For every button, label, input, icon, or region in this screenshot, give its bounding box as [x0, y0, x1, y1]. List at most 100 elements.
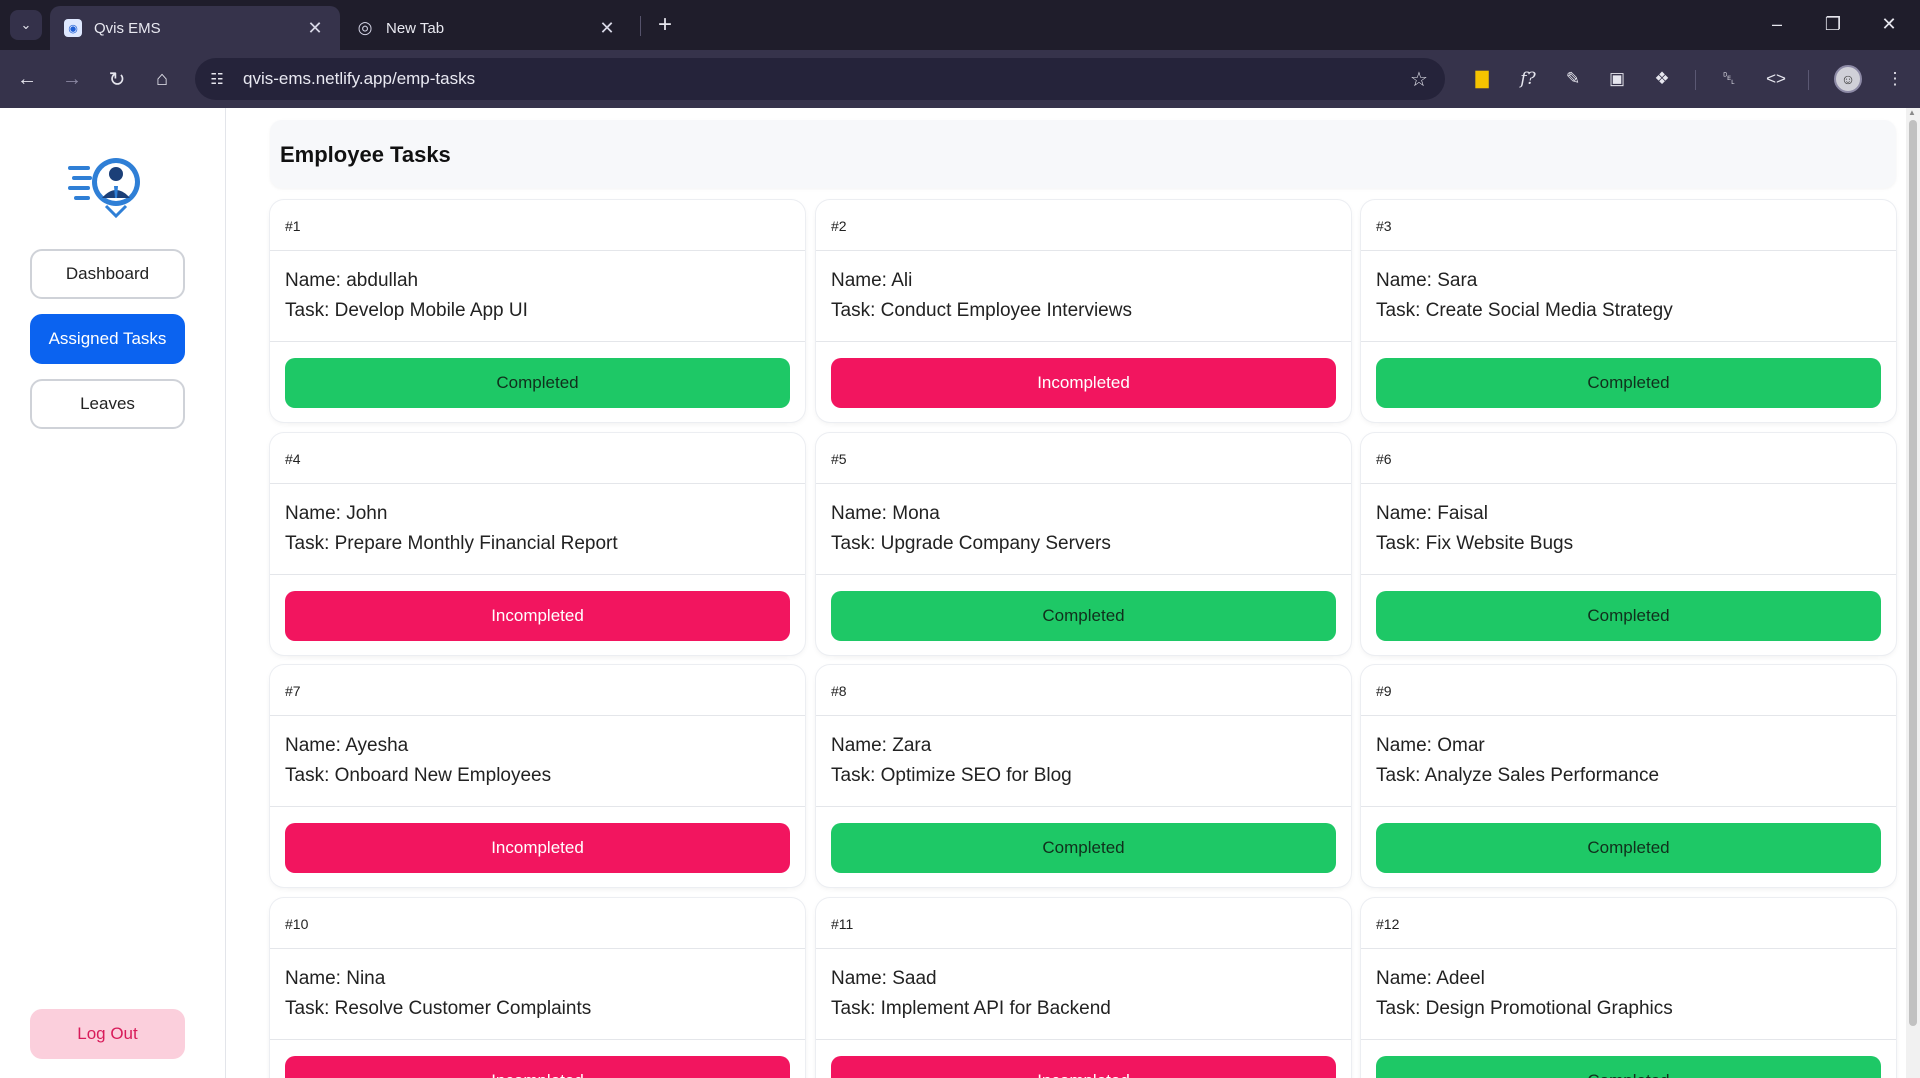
task-id: #9: [1376, 683, 1392, 699]
task-id: #7: [285, 683, 301, 699]
close-window-button[interactable]: ✕: [1869, 8, 1909, 40]
profile-avatar[interactable]: ☺: [1834, 65, 1862, 93]
restore-icon: ❐: [1824, 13, 1842, 34]
employee-name: Name: Zara: [831, 735, 932, 756]
chrome-icon: ◎: [357, 18, 373, 37]
qvis-logo-icon: [68, 158, 140, 218]
tab-title: New Tab: [386, 19, 445, 37]
restore-button[interactable]: ❐: [1813, 8, 1853, 40]
task-card: #12 Name: Adeel Task: Design Promotional G…: [1361, 898, 1896, 1078]
address-bar[interactable]: ☷ qvis-ems.netlify.app/emp-tasks ☆: [195, 58, 1445, 100]
employee-name: Name: Adeel: [1376, 968, 1485, 989]
card-divider: [270, 1039, 805, 1040]
task-id: #11: [831, 916, 854, 932]
task-id: #4: [285, 451, 301, 467]
sidebar-item-leaves[interactable]: Leaves: [30, 379, 185, 429]
task-description: Task: Resolve Customer Complaints: [285, 998, 592, 1019]
task-card: #11 Name: Saad Task: Implement API for Bac…: [816, 898, 1351, 1078]
card-divider: [816, 341, 1351, 342]
tab-qvis-ems[interactable]: ◉ Qvis EMS ✕: [50, 6, 340, 50]
task-id: #3: [1376, 218, 1392, 234]
task-status-button[interactable]: Incompleted: [285, 823, 790, 873]
card-divider: [1361, 483, 1896, 484]
task-card: #2 Name: Ali Task: Conduct Employee Interv…: [816, 200, 1351, 422]
close-icon[interactable]: ✕: [304, 18, 326, 39]
forward-button[interactable]: →: [55, 62, 89, 96]
minimize-icon: –: [1771, 13, 1782, 34]
task-id: #12: [1376, 916, 1400, 932]
task-card: #9 Name: Omar Task: Analyze Sales Performa…: [1361, 665, 1896, 887]
task-status-button[interactable]: Completed: [1376, 358, 1881, 408]
more-vertical-icon[interactable]: ⋮: [1880, 64, 1910, 94]
task-status-button[interactable]: Completed: [1376, 591, 1881, 641]
chevron-down-icon: ⌄: [20, 17, 32, 32]
task-card: #3 Name: Sara Task: Create Social Media St…: [1361, 200, 1896, 422]
back-button[interactable]: ←: [10, 62, 44, 96]
task-card: #1 Name: abdullah Task: Develop Mobile App…: [270, 200, 805, 422]
camera-extension-icon[interactable]: ▣: [1602, 64, 1632, 94]
card-divider: [270, 806, 805, 807]
task-description: Task: Optimize SEO for Blog: [831, 765, 1072, 786]
puzzle-extensions-icon[interactable]: ❖: [1647, 64, 1677, 94]
scrollbar-thumb[interactable]: [1909, 120, 1917, 1026]
task-description: Task: Conduct Employee Interviews: [831, 300, 1132, 321]
scroll-up-icon[interactable]: ▲: [1908, 108, 1916, 117]
card-divider: [816, 250, 1351, 251]
task-description: Task: Onboard New Employees: [285, 765, 552, 786]
task-status-button[interactable]: Incompleted: [831, 1056, 1336, 1078]
close-icon[interactable]: ✕: [596, 18, 618, 39]
task-status-button[interactable]: Incompleted: [831, 358, 1336, 408]
code-icon[interactable]: <>: [1761, 64, 1791, 94]
url-text[interactable]: qvis-ems.netlify.app/emp-tasks: [243, 69, 1401, 89]
task-status-button[interactable]: Incompleted: [285, 1056, 790, 1078]
new-tab-button[interactable]: +: [650, 10, 680, 40]
employee-name: Name: Ali: [831, 270, 913, 291]
task-status-button[interactable]: Completed: [285, 358, 790, 408]
card-divider: [1361, 341, 1896, 342]
page-scrollbar[interactable]: ▲: [1906, 108, 1920, 1078]
task-status-button[interactable]: Completed: [1376, 823, 1881, 873]
sidebar-item-dashboard[interactable]: Dashboard: [30, 249, 185, 299]
site-info-icon[interactable]: ☷: [201, 63, 233, 95]
browser-tab-strip: ⌄ ◉ Qvis EMS ✕ ◎ New Tab ✕ + – ❐ ✕: [0, 0, 1920, 50]
employee-name: Name: Nina: [285, 968, 386, 989]
trash-icon[interactable]: ␡: [1714, 64, 1744, 94]
task-description: Task: Prepare Monthly Financial Report: [285, 533, 618, 554]
toolbar-divider: [1695, 70, 1696, 90]
arrow-left-icon: ←: [17, 67, 37, 90]
chart-extension-icon[interactable]: ▇: [1467, 64, 1497, 94]
employee-name: Name: Sara: [1376, 270, 1478, 291]
card-divider: [816, 948, 1351, 949]
task-id: #1: [285, 218, 301, 234]
task-description: Task: Upgrade Company Servers: [831, 533, 1111, 554]
tab-new-tab[interactable]: ◎ New Tab ✕: [342, 6, 632, 50]
task-description: Task: Fix Website Bugs: [1376, 533, 1574, 554]
reload-button[interactable]: ↻: [100, 62, 134, 96]
bookmark-star-icon[interactable]: ☆: [1401, 67, 1437, 92]
task-status-button[interactable]: Completed: [831, 591, 1336, 641]
formula-extension-icon[interactable]: f?: [1513, 64, 1543, 94]
home-button[interactable]: ⌂: [145, 62, 179, 96]
qvis-favicon-icon: ◉: [64, 19, 82, 37]
task-status-button[interactable]: Completed: [1376, 1056, 1881, 1078]
card-divider: [270, 715, 805, 716]
task-card: #5 Name: Mona Task: Upgrade Company Server…: [816, 433, 1351, 655]
task-id: #8: [831, 683, 847, 699]
card-divider: [816, 483, 1351, 484]
employee-name: Name: abdullah: [285, 270, 419, 291]
card-divider: [816, 715, 1351, 716]
home-icon: ⌂: [155, 67, 169, 90]
minimize-button[interactable]: –: [1757, 8, 1797, 40]
logout-button[interactable]: Log Out: [30, 1009, 185, 1059]
task-description: Task: Develop Mobile App UI: [285, 300, 528, 321]
task-status-button[interactable]: Completed: [831, 823, 1336, 873]
sidebar-item-assigned-tasks[interactable]: Assigned Tasks: [30, 314, 185, 364]
task-description: Task: Implement API for Backend: [831, 998, 1111, 1019]
task-status-button[interactable]: Incompleted: [285, 591, 790, 641]
task-card: #10 Name: Nina Task: Resolve Customer Comp…: [270, 898, 805, 1078]
employee-name: Name: Faisal: [1376, 503, 1488, 524]
card-divider: [1361, 715, 1896, 716]
eyedropper-extension-icon[interactable]: ✎: [1558, 64, 1588, 94]
tab-search-button[interactable]: ⌄: [10, 10, 42, 40]
close-icon: ✕: [1881, 13, 1897, 34]
